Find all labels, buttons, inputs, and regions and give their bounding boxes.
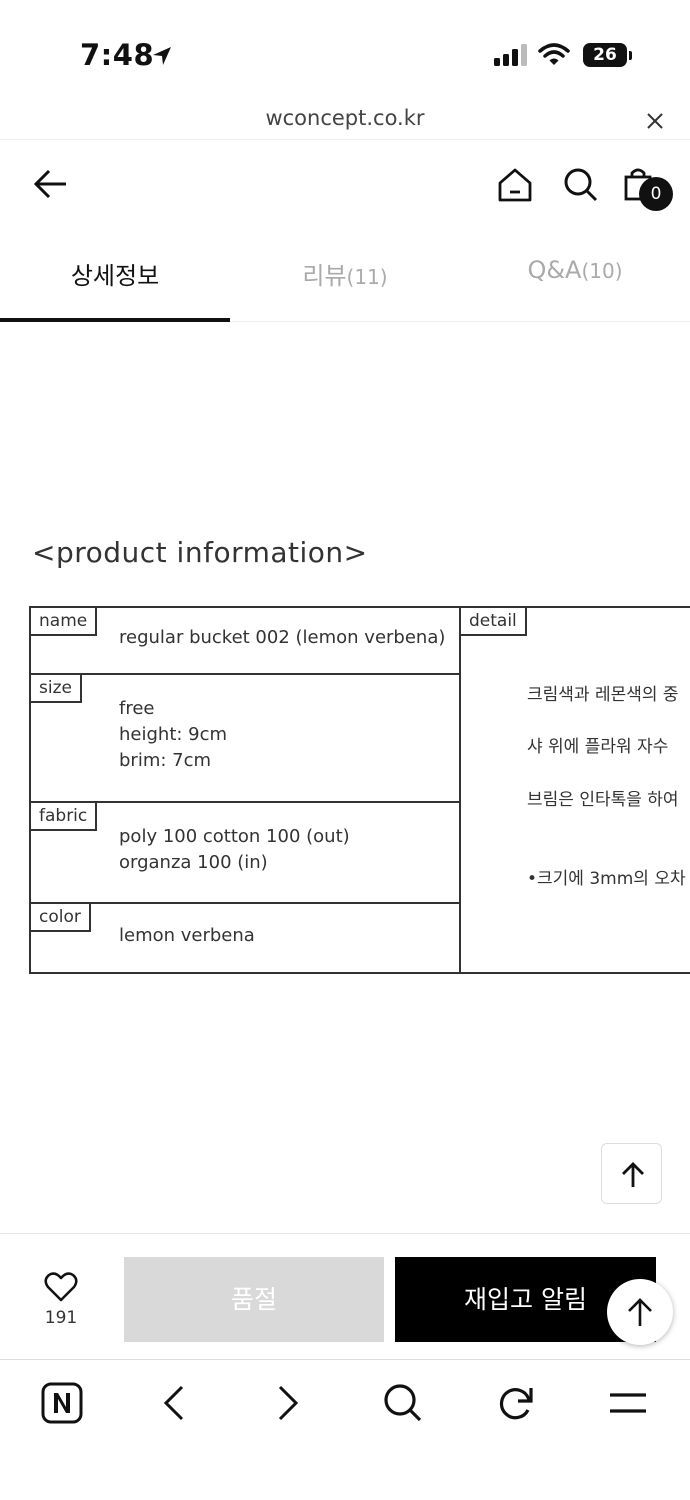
info-value-line: poly 100 cotton 100 (out) [119,826,350,847]
battery-level: 26 [583,43,627,67]
info-tag: color [31,904,91,932]
naver-icon[interactable] [41,1382,83,1428]
chevron-left-icon[interactable] [158,1382,190,1428]
status-bar: 7:48 26 [0,0,690,100]
detail-line: 브림은 인타톡을 하여 [527,790,679,810]
tab-qna[interactable]: Q&A(10) [460,232,690,321]
browser-url-bar: wconcept.co.kr [0,100,690,140]
info-value-line: height: 9cm [119,724,228,745]
app-header: 0 [0,141,690,231]
wifi-icon [538,42,570,70]
close-icon[interactable] [644,110,666,136]
info-row-color: color lemon verbena [31,904,459,972]
tab-reviews[interactable]: 리뷰(11) [230,232,460,321]
info-row-name: name regular bucket 002 (lemon verbena) [31,608,459,675]
product-info-table: name regular bucket 002 (lemon verbena) … [29,606,690,974]
info-row-fabric: fabric poly 100 cotton 100 (out) organza… [31,803,459,904]
browser-toolbar [0,1359,690,1500]
info-value-line: free [119,698,155,719]
info-value-line: regular bucket 002 (lemon verbena) [119,627,446,648]
chevron-right-icon[interactable] [272,1382,304,1428]
search-icon[interactable] [382,1382,424,1428]
arrow-up-icon [622,1162,644,1187]
tab-detail[interactable]: 상세정보 [0,232,230,322]
tab-qna-count: (10) [581,259,623,283]
info-value-line: organza 100 (in) [119,852,268,873]
info-tag: name [31,608,98,636]
soldout-button[interactable]: 품절 [124,1257,384,1342]
product-info-title: <product information> [32,536,368,569]
product-info-detail: detail 크림색과 레몬색의 중 샤 위에 플라워 자수 브림은 인타톡을 … [461,608,690,972]
back-arrow-icon[interactable] [32,165,70,207]
scroll-top-button[interactable] [601,1143,662,1204]
info-tag: fabric [31,803,98,831]
url-text[interactable]: wconcept.co.kr [0,106,690,130]
detail-line: 크림색과 레몬색의 중 [527,685,679,705]
home-icon[interactable] [496,166,534,208]
battery-cap [629,51,632,60]
floating-top-button[interactable] [607,1279,673,1345]
detail-line: 샤 위에 플라워 자수 [527,737,669,757]
tab-reviews-label: 리뷰 [302,262,347,290]
purchase-bar: 191 품절 재입고 알림 [0,1233,690,1359]
cart-count-badge: 0 [639,177,673,211]
search-icon[interactable] [562,166,600,208]
like-count: 191 [44,1308,78,1328]
info-value-line: brim: 7cm [119,750,212,771]
arrow-up-icon [628,1298,652,1326]
info-tag: size [31,675,82,703]
product-tabs: 상세정보 리뷰(11) Q&A(10) [0,232,690,322]
product-info-left: name regular bucket 002 (lemon verbena) … [31,608,461,972]
signal-icon [494,44,528,70]
location-arrow-icon [150,44,174,72]
heart-icon [44,1272,78,1302]
detail-tag: detail [461,608,527,636]
detail-line: •크기에 3mm의 오차 [527,869,686,889]
like-button[interactable]: 191 [30,1272,92,1328]
info-value-line: lemon verbena [119,925,255,946]
info-row-size: size free height: 9cm brim: 7cm [31,675,459,803]
menu-icon[interactable] [608,1382,648,1428]
tab-qna-label: Q&A [527,256,582,284]
refresh-icon[interactable] [495,1382,537,1428]
status-time: 7:48 [80,38,155,72]
tab-reviews-count: (11) [346,265,388,289]
tab-detail-label: 상세정보 [70,262,160,290]
